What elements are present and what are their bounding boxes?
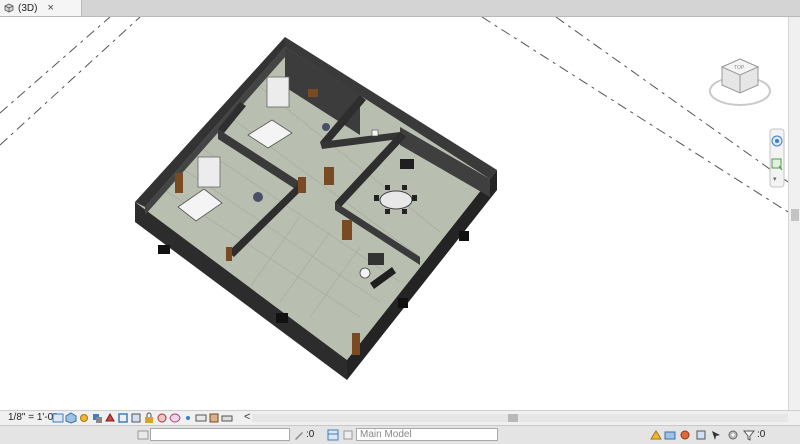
filter-icon[interactable] bbox=[743, 429, 755, 441]
workset-icon[interactable] bbox=[137, 429, 149, 441]
editing-requests-count: :0 bbox=[306, 429, 315, 440]
link-icon[interactable] bbox=[650, 429, 662, 441]
zoom-icon[interactable] bbox=[771, 158, 783, 171]
analytical-model-icon[interactable] bbox=[182, 412, 194, 424]
crop-visibility-icon[interactable] bbox=[130, 412, 142, 424]
detail-level-icon[interactable] bbox=[52, 412, 64, 424]
building-model[interactable] bbox=[135, 37, 497, 380]
svg-text:TOP: TOP bbox=[734, 65, 745, 71]
design-option-icon[interactable] bbox=[327, 429, 339, 441]
navigation-bar: ▾ bbox=[769, 128, 785, 188]
scroll-left-icon[interactable]: < bbox=[244, 411, 250, 423]
view-control-bar: 1/8" = 1'-0" < bbox=[0, 410, 800, 426]
select-by-face-icon[interactable] bbox=[695, 429, 707, 441]
render-icon[interactable] bbox=[104, 412, 116, 424]
design-option-set-icon[interactable] bbox=[342, 429, 354, 441]
view-scale-label[interactable]: 1/8" = 1'-0" bbox=[8, 412, 57, 423]
chevron-down-icon[interactable]: ▾ bbox=[773, 176, 777, 183]
status-bar: :0 Main Model :0 bbox=[0, 425, 800, 444]
vertical-scrollbar[interactable] bbox=[788, 17, 800, 410]
tab-3d-view[interactable]: (3D) × bbox=[0, 0, 82, 16]
sun-path-icon[interactable] bbox=[78, 412, 90, 424]
reveal-hidden-icon[interactable] bbox=[169, 412, 181, 424]
hide-isolate-icon[interactable] bbox=[156, 412, 168, 424]
workset-dropdown[interactable] bbox=[150, 428, 290, 441]
visual-style-icon[interactable] bbox=[65, 412, 77, 424]
navigation-wheel-icon[interactable] bbox=[771, 135, 783, 147]
select-underlay-icon[interactable] bbox=[664, 429, 676, 441]
view-control-icons bbox=[52, 412, 233, 424]
editing-requests-icon[interactable] bbox=[293, 429, 305, 441]
select-pinned-icon[interactable] bbox=[679, 429, 691, 441]
design-option-dropdown[interactable]: Main Model bbox=[356, 428, 498, 441]
tab-label: (3D) bbox=[18, 2, 38, 14]
lock-view-icon[interactable] bbox=[143, 412, 155, 424]
selection-count: :0 bbox=[757, 429, 766, 440]
view-tab-bar: (3D) × bbox=[0, 0, 800, 17]
gear-icon[interactable] bbox=[727, 429, 739, 441]
temporary-view-icon[interactable] bbox=[195, 412, 207, 424]
horizontal-scrollbar[interactable] bbox=[252, 414, 788, 422]
highlight-displacement-icon[interactable] bbox=[208, 412, 220, 424]
3d-view-canvas[interactable]: TOP ▾ bbox=[0, 16, 789, 410]
crop-icon[interactable] bbox=[117, 412, 129, 424]
drag-elements-icon[interactable] bbox=[710, 429, 722, 441]
view-cube-icon[interactable]: TOP bbox=[709, 58, 771, 106]
close-icon[interactable]: × bbox=[47, 2, 53, 14]
shadows-icon[interactable] bbox=[91, 412, 103, 424]
model-view: TOP ▾ bbox=[0, 16, 789, 380]
3d-view-icon bbox=[4, 3, 14, 13]
reveal-constraints-icon[interactable] bbox=[221, 412, 233, 424]
horizontal-scroll-thumb[interactable] bbox=[508, 414, 518, 422]
vertical-scroll-thumb[interactable] bbox=[791, 209, 799, 221]
